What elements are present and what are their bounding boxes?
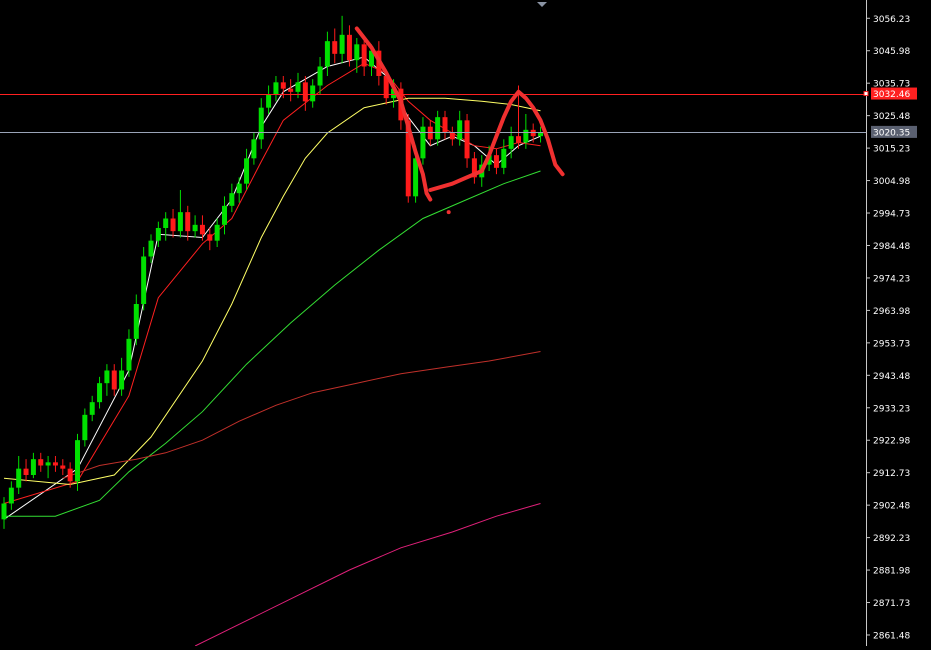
candle-body bbox=[420, 126, 426, 159]
y-tick-label: 2974.23 bbox=[873, 274, 910, 284]
candle-body bbox=[251, 139, 257, 159]
candle-body bbox=[464, 120, 470, 159]
y-tick-label: 3025.48 bbox=[873, 112, 910, 122]
candle-body bbox=[141, 256, 147, 304]
candle-body bbox=[266, 95, 272, 108]
candle-body bbox=[523, 129, 529, 143]
price-label-0: 3032.46 bbox=[873, 90, 910, 100]
y-tick-label: 2861.48 bbox=[873, 631, 910, 641]
y-tick-label: 2871.73 bbox=[873, 599, 910, 609]
candle-body bbox=[442, 117, 448, 133]
candle-body bbox=[45, 462, 51, 466]
candle-body bbox=[207, 234, 213, 241]
candle-body bbox=[538, 133, 544, 137]
candle-body bbox=[493, 155, 499, 168]
top-marker bbox=[537, 2, 547, 7]
candle-body bbox=[82, 414, 88, 441]
candle-body bbox=[222, 205, 227, 225]
candle-body bbox=[199, 224, 205, 235]
candle-body bbox=[346, 34, 352, 61]
candle-body bbox=[508, 136, 514, 149]
y-tick-label: 3004.98 bbox=[873, 177, 910, 187]
candle-body bbox=[170, 218, 176, 232]
y-tick-label: 2922.98 bbox=[873, 437, 910, 447]
y-tick-label: 2892.23 bbox=[873, 534, 910, 544]
y-tick-label: 2963.98 bbox=[873, 307, 910, 317]
candle-body bbox=[236, 183, 242, 194]
candle-body bbox=[67, 468, 73, 482]
candle-body bbox=[244, 158, 250, 184]
y-tick-label: 2912.73 bbox=[873, 469, 910, 479]
candle-body bbox=[332, 41, 338, 54]
y-axis[interactable]: 3056.233045.983035.733025.483015.233004.… bbox=[863, 0, 917, 646]
candle-body bbox=[8, 487, 14, 504]
candle-body bbox=[501, 148, 507, 168]
candle-body bbox=[111, 370, 117, 390]
candle-body bbox=[89, 402, 95, 415]
annotation-stroke-0 bbox=[354, 26, 433, 202]
candle-body bbox=[38, 459, 44, 466]
candle-body bbox=[97, 383, 103, 403]
y-tick-label: 2933.23 bbox=[873, 404, 910, 414]
candle-body bbox=[288, 88, 294, 92]
candle-body bbox=[177, 212, 183, 232]
candle-body bbox=[52, 462, 58, 466]
y-tick-label: 3045.98 bbox=[873, 47, 910, 57]
annotation-dot bbox=[446, 210, 451, 215]
y-tick-label: 2994.73 bbox=[873, 210, 910, 220]
moving-average-line-5 bbox=[194, 503, 541, 647]
candle-body bbox=[361, 44, 367, 67]
price-line-handle[interactable] bbox=[863, 91, 869, 97]
triangle-down-icon[interactable] bbox=[537, 2, 547, 7]
candles-layer bbox=[1, 15, 544, 529]
y-tick-label: 3056.23 bbox=[873, 15, 910, 25]
candle-body bbox=[280, 82, 286, 89]
candle-body bbox=[75, 440, 80, 482]
candle-body bbox=[413, 158, 419, 197]
moving-average-line-3 bbox=[4, 170, 541, 517]
candle-body bbox=[16, 468, 22, 488]
candle-body bbox=[229, 193, 235, 206]
price-chart[interactable]: 3056.23 3045.98 3035.73 3025.48 3015.23 3004.… bbox=[0, 0, 931, 647]
candle-body bbox=[516, 136, 521, 143]
candle-body bbox=[133, 304, 139, 339]
candle-body bbox=[457, 120, 463, 140]
annotation-stroke-1 bbox=[428, 89, 565, 192]
candle-body bbox=[104, 370, 110, 384]
candle-body bbox=[30, 459, 36, 475]
candle-body bbox=[273, 82, 279, 95]
y-tick-label: 2953.73 bbox=[873, 339, 910, 349]
candle-body bbox=[192, 224, 198, 232]
candle-body bbox=[119, 370, 125, 390]
candle-body bbox=[295, 82, 301, 92]
candle-body bbox=[302, 82, 308, 102]
candle-body bbox=[60, 465, 66, 469]
candle-body bbox=[148, 240, 154, 257]
candle-body bbox=[435, 117, 441, 140]
y-tick-label: 2984.48 bbox=[873, 242, 910, 252]
price-label-1: 3020.35 bbox=[873, 128, 910, 138]
candle-body bbox=[1, 503, 7, 520]
candle-body bbox=[23, 468, 29, 475]
y-tick-label: 3015.23 bbox=[873, 145, 910, 155]
candle-body bbox=[339, 34, 345, 54]
candle-body bbox=[126, 338, 132, 371]
y-tick-label: 2943.48 bbox=[873, 372, 910, 382]
candle-body bbox=[185, 212, 191, 232]
moving-average-line-4 bbox=[62, 351, 541, 479]
candle-body bbox=[354, 44, 360, 61]
candle-body bbox=[449, 133, 455, 140]
chart-svg[interactable]: 3056.233045.983035.733025.483015.233004.… bbox=[0, 0, 931, 647]
candle-body bbox=[310, 85, 316, 102]
candle-body bbox=[317, 66, 323, 86]
candle-body bbox=[163, 218, 169, 228]
candle-body bbox=[214, 224, 220, 241]
candle-body bbox=[324, 41, 330, 67]
candle-body bbox=[155, 228, 161, 241]
candle-body bbox=[258, 107, 264, 140]
price-lines-layer bbox=[0, 94, 866, 133]
y-tick-label: 2902.48 bbox=[873, 502, 910, 512]
y-tick-label: 2881.98 bbox=[873, 567, 910, 577]
